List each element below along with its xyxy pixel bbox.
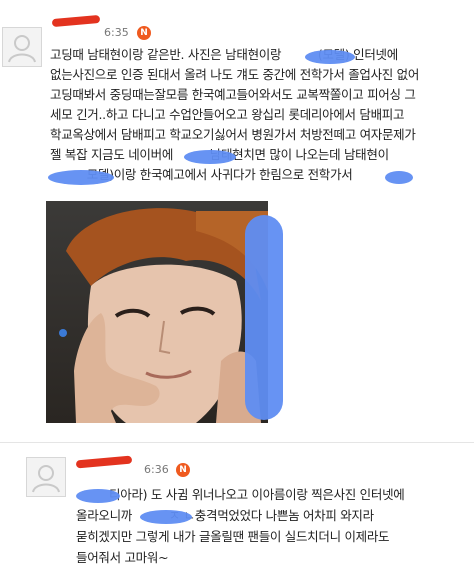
comment-line: 들어줘서 고마워~ xyxy=(76,550,169,565)
comment-divider xyxy=(0,442,474,443)
portrait-photo[interactable] xyxy=(46,201,268,423)
portrait-image-icon xyxy=(46,201,268,423)
new-badge: N xyxy=(176,463,190,477)
username-redaction xyxy=(75,455,133,469)
avatar[interactable] xyxy=(26,457,66,497)
redaction-blob xyxy=(76,489,120,503)
redaction-blob xyxy=(305,50,355,64)
comment-time: 6:35 xyxy=(104,26,129,39)
comment-line: 묻히겠지만 그렇게 내가 글올릴땐 팬들이 실드치더니 이제라도 xyxy=(76,529,390,544)
redaction-blob xyxy=(245,215,283,420)
comment-time: 6:36 xyxy=(144,463,169,476)
avatar[interactable] xyxy=(2,27,42,67)
redaction-blob xyxy=(184,150,236,164)
comment-line: 티아라) 도 사귐 위너나오고 이아름이랑 찍은사진 인터넷에 xyxy=(76,487,405,502)
redaction-blob xyxy=(48,170,114,185)
comment-line: 올라오니까 ㅈ ㄴ충격먹었었다 나쁜놈 어차피 와지라 xyxy=(76,508,374,523)
username-redaction xyxy=(51,14,101,28)
comment-line: 세모 긴거..하고 다니고 수업안들어오고 왕십리 롯데리아에서 담배피고 xyxy=(50,107,405,122)
comment-line: 학교옥상에서 담배피고 학교오기싫어서 병원가서 처방전떼고 여자문제가 xyxy=(50,127,416,142)
user-silhouette-icon xyxy=(32,465,60,493)
comment-line: 없는사진으로 인증 된대서 올려 나도 걔도 중간에 전학가서 졸업사진 없어 xyxy=(50,67,420,82)
user-silhouette-icon xyxy=(8,35,36,63)
redaction-blob xyxy=(140,510,192,524)
redaction-blob xyxy=(385,171,413,184)
comment-line: 고딩때봐서 중딩때는잘모름 한국예고들어와서도 교복짝쫄이고 피어싱 그 xyxy=(50,87,416,102)
new-badge: N xyxy=(137,26,151,40)
